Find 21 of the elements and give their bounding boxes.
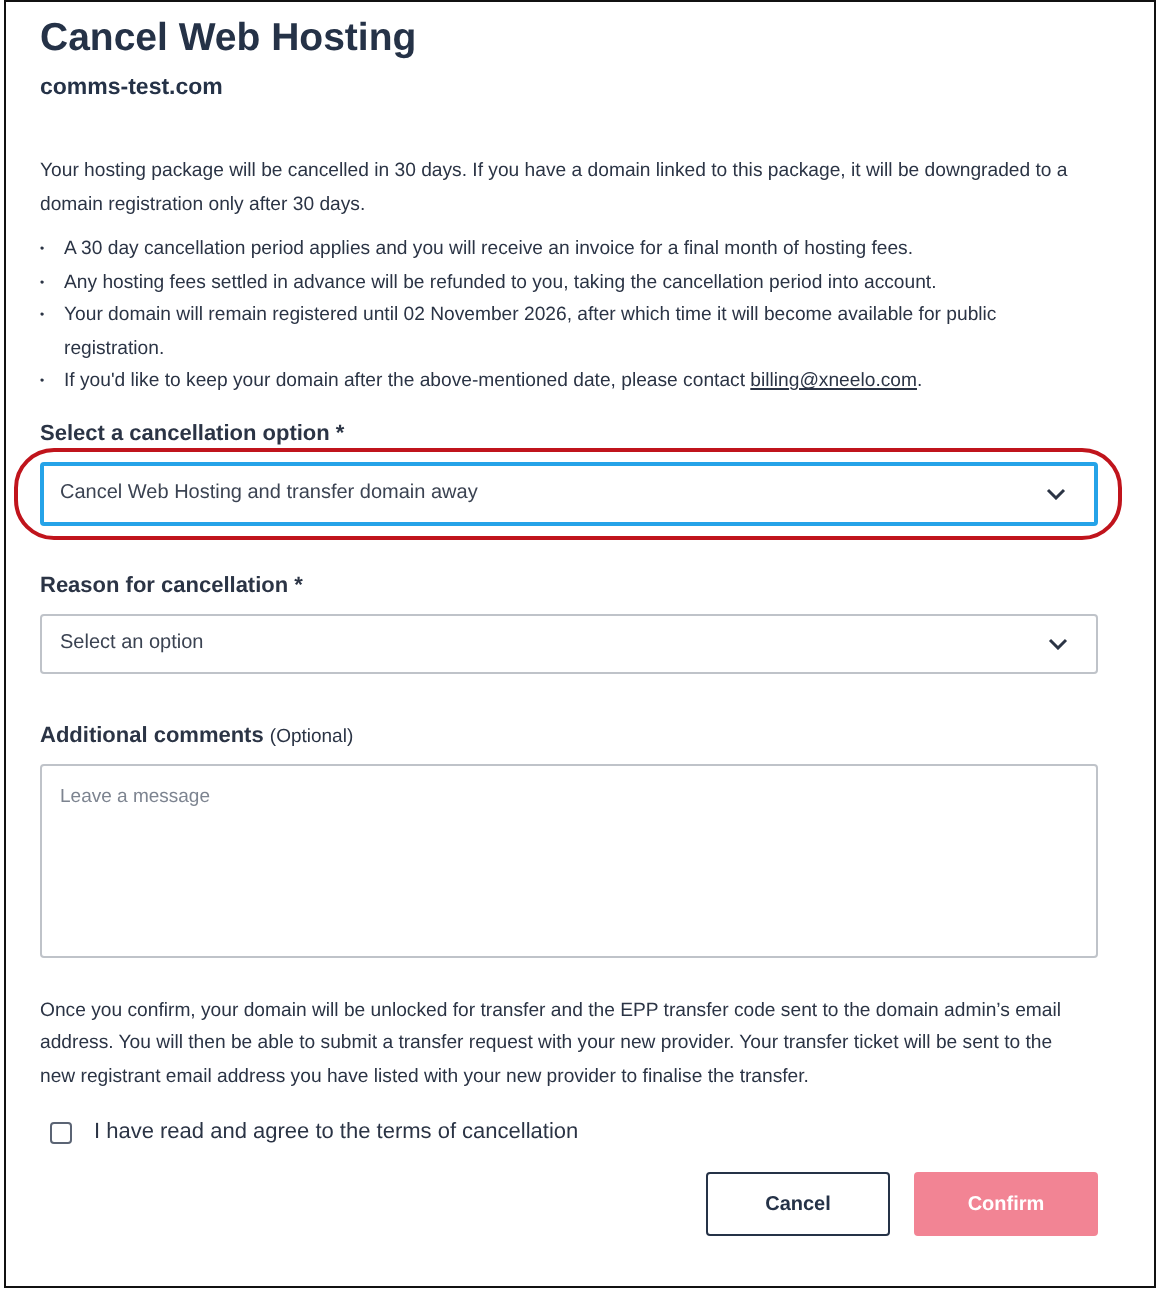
field-label: Select a cancellation option * xyxy=(40,421,347,445)
agree-label: I have read and agree to the terms of cancellation xyxy=(94,1120,579,1144)
field-label: Additional comments xyxy=(40,723,266,747)
chevron-down-icon xyxy=(1048,637,1068,649)
intro-text: Your hosting package will be cancelled in 30 days. If you have a domain linked to this package, it will be downgraded to a domain registration only after 30 days. xyxy=(40,158,1070,220)
dialog-title: Cancel Web Hosting xyxy=(40,16,419,60)
bullet-item: Your domain will remain registered until 02 November 2026, after which time it will become available for public registration. xyxy=(64,302,999,363)
chevron-down-icon xyxy=(1046,487,1066,499)
field-label: Reason for cancellation * xyxy=(40,573,305,597)
bullet-item: If you'd like to keep your domain after the above-mentioned date, please contact billing@xneelo.com. xyxy=(64,368,923,396)
select-field[interactable]: Select an option xyxy=(40,613,1098,673)
optional-hint: (Optional) xyxy=(269,725,354,747)
select-field[interactable]: Cancel Web Hosting and transfer domain away xyxy=(40,461,1098,525)
bullet-item: Any hosting fees settled in advance will be refunded to you, taking the cancellation period into account. xyxy=(64,269,937,297)
cancel-button[interactable]: Cancel xyxy=(706,1172,890,1236)
notice-text: Once you confirm, your domain will be unlocked for transfer and the EPP transfer code sent to the domain admin’s email address. You will then be able to submit a transfer request with your new provider. Your transfer ticket will be sent to the new registrant email address you have listed with your new provider to finalise the transfer. xyxy=(40,997,1064,1091)
agree-checkbox[interactable] xyxy=(50,1121,72,1143)
domain-name: comms-test.com xyxy=(40,76,225,100)
email-link[interactable]: billing@xneelo.com xyxy=(750,370,917,392)
message-field[interactable]: Leave a message xyxy=(40,763,1098,957)
bullet-item: A 30 day cancellation period applies and you will receive an invoice for a final month of hosting fees. xyxy=(64,236,914,264)
